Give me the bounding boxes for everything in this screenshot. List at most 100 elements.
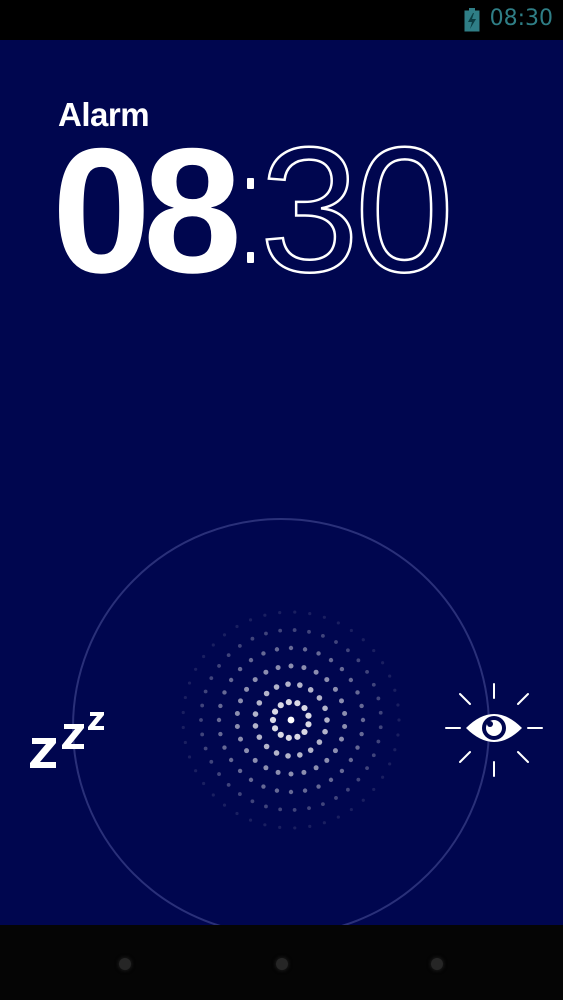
glow-dot	[302, 647, 308, 652]
status-bar: 08:30	[0, 0, 563, 40]
glow-dot	[277, 702, 284, 709]
eye-icon[interactable]	[440, 680, 550, 780]
glow-dot	[235, 811, 239, 816]
alarm-clock: 08 30	[52, 111, 464, 310]
glow-dot	[336, 621, 340, 625]
glow-dot	[222, 745, 227, 750]
glow-dot	[361, 638, 365, 642]
glow-dot	[313, 765, 319, 771]
glow-dot	[376, 696, 381, 701]
glow-dot	[324, 717, 330, 723]
dotted-glow-handle[interactable]	[171, 600, 411, 840]
glow-dot	[274, 788, 280, 793]
glow-dot	[226, 653, 231, 657]
glow-dot	[285, 734, 292, 741]
glow-dot	[301, 704, 308, 712]
glow-dot	[356, 658, 361, 663]
glow-dot	[338, 736, 344, 742]
glow-dot	[248, 777, 254, 783]
glow-dot	[393, 748, 397, 752]
glow-dot	[293, 826, 297, 830]
glow-dot	[361, 798, 365, 802]
status-time: 08:30	[489, 6, 553, 31]
glow-dot	[348, 757, 354, 763]
glow-dot	[397, 718, 401, 722]
glow-dot	[248, 657, 254, 663]
glow-dot	[264, 631, 268, 636]
glow-dot	[261, 784, 266, 789]
glow-dot	[256, 700, 263, 706]
glow-dot	[244, 686, 250, 692]
back-button[interactable]	[119, 958, 131, 970]
recents-button[interactable]	[431, 958, 443, 970]
glow-dot	[292, 628, 297, 632]
glow-dot	[297, 752, 303, 758]
glow-dot	[263, 669, 269, 675]
glow-dot	[359, 731, 364, 737]
glow-dot	[339, 768, 345, 774]
glow-dot	[187, 755, 192, 759]
glow-dot	[316, 739, 323, 745]
glow-dot	[278, 610, 282, 615]
glow-dot	[252, 757, 258, 763]
glow-dot	[372, 648, 376, 653]
battery-charging-icon	[464, 8, 480, 32]
glow-dot	[342, 710, 348, 716]
glow-dot	[307, 629, 311, 634]
glow-dot	[275, 769, 281, 775]
glow-dot	[285, 681, 291, 687]
glow-dot	[264, 804, 268, 809]
glow-dot	[342, 724, 348, 730]
glow-dot	[380, 661, 385, 665]
glow-dot	[237, 644, 242, 648]
glow-dot	[222, 803, 227, 807]
glow-dot	[293, 610, 297, 614]
glow-dot	[321, 633, 325, 638]
clock-minutes: 30	[258, 126, 458, 296]
glow-dot	[271, 725, 279, 732]
glow-dot	[217, 664, 221, 668]
glow-dot	[211, 643, 215, 647]
glow-dot	[288, 663, 294, 669]
glow-dot	[328, 657, 334, 663]
glow-dot	[222, 690, 227, 695]
glow-dot	[371, 753, 376, 758]
glow-dot	[237, 768, 243, 774]
glow-dot	[305, 721, 312, 728]
glow-dot	[181, 725, 185, 730]
glow-dot	[203, 689, 208, 694]
clock-hours: 08	[52, 111, 242, 310]
glow-dot	[238, 698, 244, 704]
home-button[interactable]	[276, 958, 288, 970]
glow-dot	[376, 739, 381, 744]
glow-dot	[388, 762, 392, 766]
glow-dot	[248, 618, 253, 622]
glow-dot	[278, 825, 282, 830]
glow-dot	[200, 703, 205, 708]
snooze-zzz-icon[interactable]	[22, 690, 122, 770]
glow-dot	[274, 647, 280, 652]
glow-dot	[360, 717, 366, 723]
glow-dot	[316, 651, 321, 656]
glow-dot	[183, 695, 187, 700]
glow-dot	[278, 807, 283, 812]
glow-dot	[378, 725, 383, 730]
glow-dot	[396, 703, 400, 707]
glow-dot	[346, 648, 350, 653]
glow-dot	[252, 711, 259, 717]
glow-dot	[263, 613, 267, 617]
glow-dot	[235, 624, 239, 629]
glow-dot	[216, 717, 222, 723]
glow-dot	[200, 732, 205, 737]
glow-dot	[294, 733, 301, 740]
glow-dot	[365, 766, 369, 770]
glow-dot	[181, 710, 185, 715]
glow-dot	[338, 698, 344, 704]
navigation-bar	[0, 925, 563, 1000]
glow-dot	[263, 765, 269, 771]
glow-dot	[237, 666, 243, 672]
glow-dot	[324, 757, 330, 763]
glow-dot	[275, 665, 281, 671]
glow-dot	[222, 633, 227, 637]
glow-dot	[277, 731, 284, 738]
